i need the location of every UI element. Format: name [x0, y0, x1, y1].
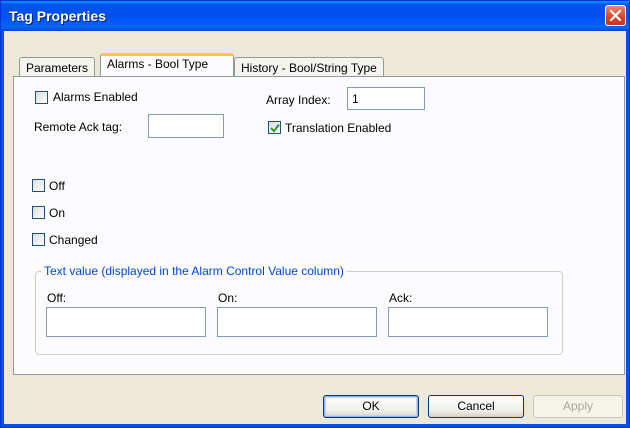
translation-enabled-checkbox[interactable] — [268, 121, 281, 134]
changed-checkbox-label: Changed — [49, 233, 98, 247]
ack-text-label: Ack: — [389, 291, 413, 305]
window-title: Tag Properties — [9, 8, 106, 24]
ok-button[interactable]: OK — [323, 395, 419, 418]
remote-ack-tag-label: Remote Ack tag: — [34, 120, 123, 134]
close-icon — [609, 9, 622, 22]
title-bar[interactable]: Tag Properties — [1, 1, 629, 31]
cancel-button[interactable]: Cancel — [428, 395, 524, 418]
ack-text-input[interactable] — [388, 307, 548, 337]
on-checkbox[interactable] — [32, 206, 45, 219]
on-text-label: On: — [218, 291, 238, 305]
tab-label: Parameters — [26, 61, 89, 75]
array-index-label: Array Index: — [266, 93, 331, 107]
apply-button[interactable]: Apply — [533, 395, 623, 418]
off-text-input[interactable] — [46, 307, 206, 337]
tab-label: History - Bool/String Type — [241, 61, 377, 75]
close-button[interactable] — [605, 5, 626, 26]
window-frame-bottom — [1, 424, 629, 427]
remote-ack-tag-input[interactable] — [148, 114, 224, 138]
off-checkbox[interactable] — [32, 179, 45, 192]
tag-properties-dialog: Tag Properties Parameters Alarms - Bool … — [0, 0, 630, 428]
alarms-enabled-checkbox[interactable] — [35, 91, 48, 104]
translation-enabled-label: Translation Enabled — [285, 121, 392, 135]
on-text-input[interactable] — [217, 307, 377, 337]
checkmark-icon — [270, 123, 280, 133]
text-value-group-legend: Text value (displayed in the Alarm Contr… — [41, 264, 347, 278]
off-checkbox-label: Off — [49, 179, 65, 193]
tab-parameters[interactable]: Parameters — [19, 57, 96, 77]
off-text-label: Off: — [47, 291, 67, 305]
window-frame-left — [1, 31, 4, 427]
alarms-enabled-label: Alarms Enabled — [53, 90, 138, 104]
array-index-input[interactable] — [347, 87, 425, 110]
tab-alarms-bool-type[interactable]: Alarms - Bool Type — [100, 53, 234, 76]
tab-label: Alarms - Bool Type — [107, 57, 209, 71]
on-checkbox-label: On — [49, 206, 66, 220]
window-frame-right — [626, 31, 629, 427]
changed-checkbox[interactable] — [32, 233, 45, 246]
tab-history-bool-string-type[interactable]: History - Bool/String Type — [234, 57, 384, 77]
